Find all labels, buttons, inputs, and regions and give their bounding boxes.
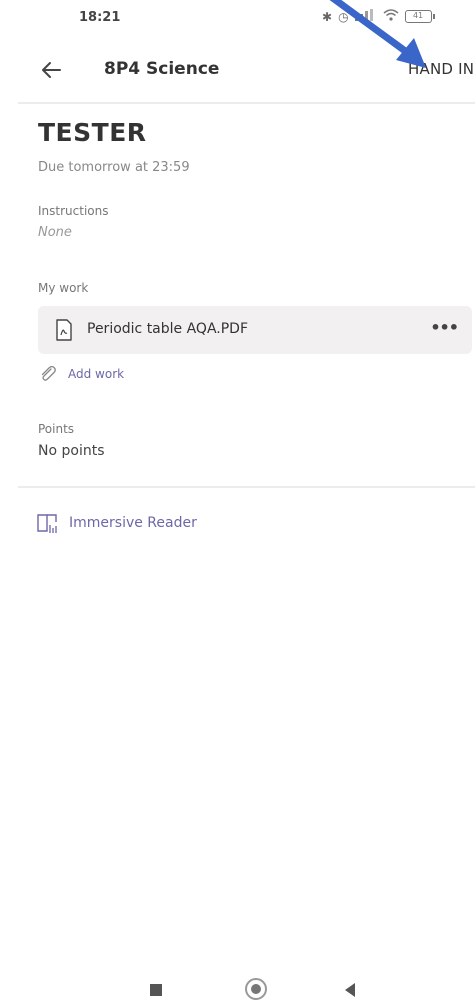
- immersive-reader-icon: [37, 514, 57, 533]
- due-date-text: Due tomorrow at 23:59: [38, 160, 190, 175]
- content-divider: [18, 486, 475, 488]
- more-options-button[interactable]: •••: [430, 318, 459, 337]
- status-time: 18:21: [79, 10, 121, 25]
- points-label: Points: [38, 422, 75, 436]
- home-button[interactable]: [245, 978, 267, 1000]
- header-divider: [18, 102, 475, 104]
- assignment-screen: 18:21 ✱ ◷ 41 8P4 Science HAND IN TESTER …: [0, 0, 475, 1003]
- assignment-title: TESTER: [38, 118, 147, 147]
- file-name: Periodic table AQA.PDF: [87, 321, 249, 337]
- system-back-button[interactable]: [345, 983, 355, 997]
- add-work-label: Add work: [68, 367, 125, 381]
- instructions-label: Instructions: [38, 204, 109, 218]
- add-work-button[interactable]: Add work: [38, 364, 124, 384]
- paperclip-icon: [41, 365, 56, 381]
- pdf-file-icon: [56, 319, 72, 341]
- system-nav-bar: [0, 960, 475, 1003]
- class-title: 8P4 Science: [104, 59, 220, 79]
- points-value: No points: [38, 443, 105, 459]
- immersive-reader-button[interactable]: Immersive Reader: [36, 512, 197, 534]
- instructions-value: None: [38, 225, 72, 240]
- back-button[interactable]: [36, 54, 68, 86]
- my-work-label: My work: [38, 281, 89, 295]
- arrow-left-icon: [42, 62, 61, 78]
- attached-file[interactable]: Periodic table AQA.PDF •••: [38, 306, 472, 354]
- immersive-reader-label: Immersive Reader: [69, 515, 197, 531]
- annotation-arrow-icon: [329, 0, 426, 68]
- recent-apps-button[interactable]: [150, 984, 162, 996]
